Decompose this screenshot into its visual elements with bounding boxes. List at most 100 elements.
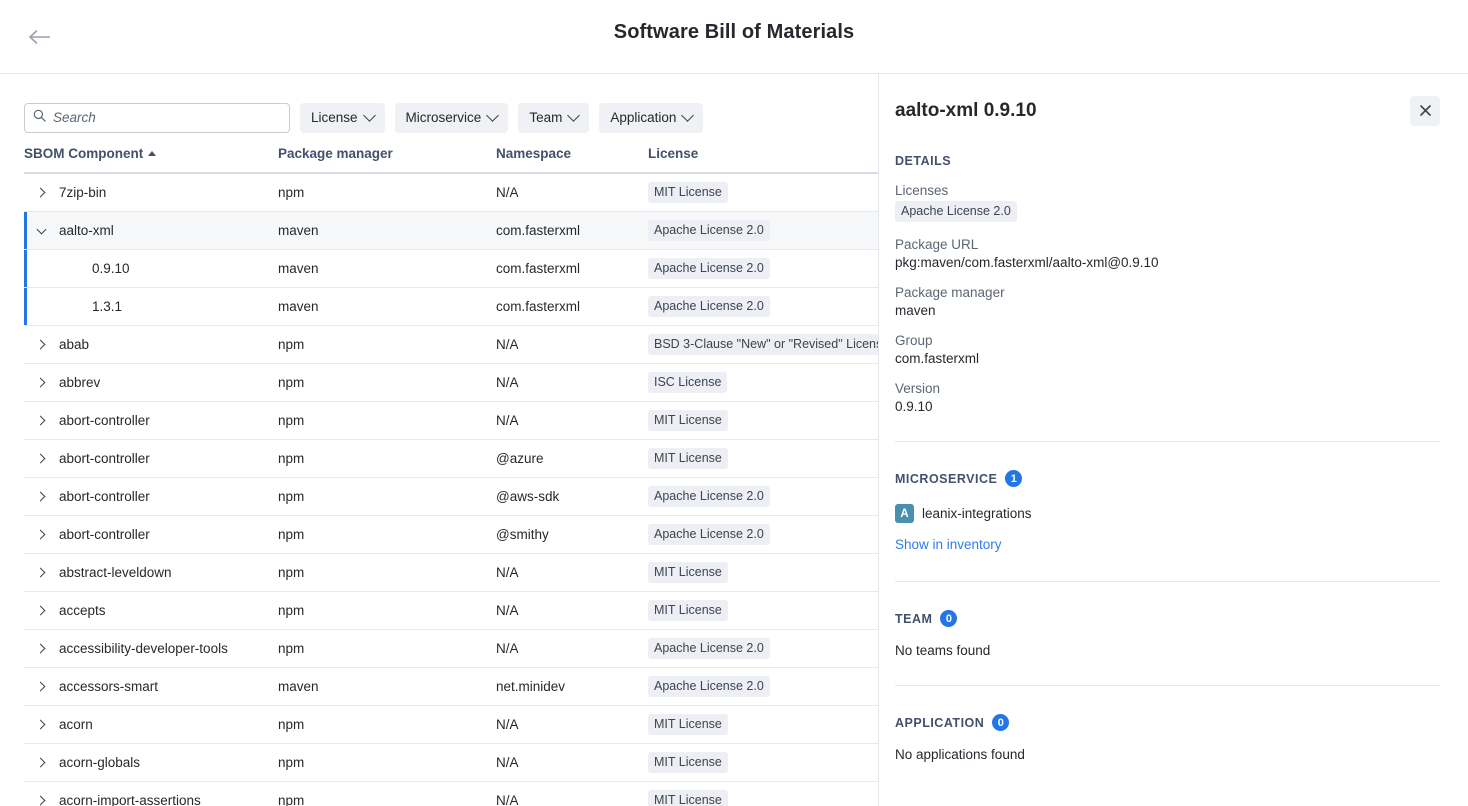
cell-package-manager: maven xyxy=(278,249,496,288)
license-badge: ISC License xyxy=(648,372,728,393)
chevron-right-icon[interactable] xyxy=(24,605,58,616)
detail-header: aalto-xml 0.9.10 xyxy=(895,96,1440,126)
filter-license-button[interactable]: License xyxy=(300,102,385,133)
search-input[interactable] xyxy=(53,110,281,125)
table-row[interactable]: acorn npm N/A MIT License xyxy=(24,705,878,744)
cell-component: abort-controller xyxy=(24,477,278,516)
table-row[interactable]: abort-controller npm @aws-sdk Apache Licens… xyxy=(24,477,878,516)
chevron-right-icon[interactable] xyxy=(24,491,58,502)
component-name: abort-controller xyxy=(59,451,150,466)
avatar: A xyxy=(895,504,914,523)
cell-license: Apache License 2.0 xyxy=(648,211,878,250)
close-icon xyxy=(1419,104,1431,118)
chevron-down-icon xyxy=(486,109,500,122)
cell-license: MIT License xyxy=(648,439,878,478)
table-row[interactable]: 0.9.10 maven com.fasterxml Apache License 2… xyxy=(24,249,878,288)
table-row[interactable]: accessibility-developer-tools npm N/A Apach… xyxy=(24,629,878,668)
cell-license: Apache License 2.0 xyxy=(648,287,878,326)
license-badge: Apache License 2.0 xyxy=(648,676,770,697)
chevron-right-icon[interactable] xyxy=(24,567,58,578)
sbom-table: SBOM Component Package manager Namespace… xyxy=(24,140,878,806)
cell-component: abab xyxy=(24,325,278,364)
component-name: abab xyxy=(59,337,90,352)
column-header-namespace[interactable]: Namespace xyxy=(496,140,648,174)
team-count-badge: 0 xyxy=(940,610,958,627)
table-row[interactable]: 1.3.1 maven com.fasterxml Apache License 2.… xyxy=(24,287,878,326)
application-empty-message: No applications found xyxy=(895,747,1025,762)
cell-package-manager: maven xyxy=(278,211,496,250)
cell-component: 0.9.10 xyxy=(24,249,278,288)
field-version-value: 0.9.10 xyxy=(895,399,933,414)
table-row[interactable]: abort-controller npm @smithy Apache License… xyxy=(24,515,878,554)
cell-package-manager: npm xyxy=(278,173,496,212)
search-box[interactable] xyxy=(24,102,290,133)
license-badge: Apache License 2.0 xyxy=(648,296,770,317)
chevron-right-icon[interactable] xyxy=(24,757,58,768)
component-name: accepts xyxy=(59,603,106,618)
table-row[interactable]: 7zip-bin npm N/A MIT License xyxy=(24,173,878,212)
field-group-value: com.fasterxml xyxy=(895,351,980,366)
cell-license: Apache License 2.0 xyxy=(648,667,878,706)
cell-namespace: com.fasterxml xyxy=(496,287,648,326)
column-header-license[interactable]: License xyxy=(648,140,878,174)
field-package-url-label: Package URL xyxy=(895,237,979,252)
filter-team-button[interactable]: Team xyxy=(518,102,590,133)
field-group: Group com.fasterxml xyxy=(895,333,1440,366)
chevron-right-icon[interactable] xyxy=(24,643,58,654)
details-section-heading: DETAILS xyxy=(895,154,952,168)
page-title: Software Bill of Materials xyxy=(613,21,855,43)
field-version: Version 0.9.10 xyxy=(895,381,1440,414)
license-badge: Apache License 2.0 xyxy=(648,258,770,279)
chevron-right-icon[interactable] xyxy=(24,795,58,806)
table-row[interactable]: abbrev npm N/A ISC License xyxy=(24,363,878,402)
chevron-right-icon[interactable] xyxy=(24,339,58,350)
cell-component: accessors-smart xyxy=(24,667,278,706)
table-row[interactable]: abort-controller npm N/A MIT License xyxy=(24,401,878,440)
column-header-package-manager[interactable]: Package manager xyxy=(278,140,496,174)
filter-application-button[interactable]: Application xyxy=(599,102,704,133)
cell-component: abort-controller xyxy=(24,401,278,440)
cell-license: MIT License xyxy=(648,173,878,212)
chevron-right-icon[interactable] xyxy=(24,187,58,198)
section-divider xyxy=(895,685,1440,686)
cell-namespace: @smithy xyxy=(496,515,648,554)
chevron-right-icon[interactable] xyxy=(24,377,58,388)
license-badge: MIT License xyxy=(648,410,728,431)
column-header-sbom-component[interactable]: SBOM Component xyxy=(24,140,278,174)
filter-license-label: License xyxy=(311,110,358,125)
table-body: 7zip-bin npm N/A MIT License aalto-xml maven c… xyxy=(24,173,878,806)
cell-package-manager: npm xyxy=(278,477,496,516)
table-row[interactable]: abab npm N/A BSD 3-Clause "New" or "Revised… xyxy=(24,325,878,364)
team-empty-message: No teams found xyxy=(895,643,991,658)
content-area: License Microservice Team Application SB… xyxy=(0,74,1468,806)
table-row[interactable]: aalto-xml maven com.fasterxml Apache Licens… xyxy=(24,211,878,250)
table-row[interactable]: abstract-leveldown npm N/A MIT License xyxy=(24,553,878,592)
chevron-right-icon[interactable] xyxy=(24,681,58,692)
table-row[interactable]: accessors-smart maven net.minidev Apache Li… xyxy=(24,667,878,706)
cell-license: MIT License xyxy=(648,705,878,744)
microservice-item-label: leanix-integrations xyxy=(922,506,1032,521)
table-row[interactable]: accepts npm N/A MIT License xyxy=(24,591,878,630)
detail-title: aalto-xml 0.9.10 xyxy=(895,100,1037,121)
cell-package-manager: npm xyxy=(278,553,496,592)
show-in-inventory-link[interactable]: Show in inventory xyxy=(895,537,1002,552)
filter-microservice-button[interactable]: Microservice xyxy=(394,102,509,133)
close-panel-button[interactable] xyxy=(1410,96,1440,126)
chevron-right-icon[interactable] xyxy=(24,453,58,464)
table-row[interactable]: acorn-import-assertions npm N/A MIT License xyxy=(24,781,878,806)
chevron-right-icon[interactable] xyxy=(24,415,58,426)
chevron-down-icon[interactable] xyxy=(24,224,58,234)
table-row[interactable]: abort-controller npm @azure MIT License xyxy=(24,439,878,478)
component-name: abstract-leveldown xyxy=(59,565,172,580)
table-row[interactable]: acorn-globals npm N/A MIT License xyxy=(24,743,878,782)
cell-namespace: N/A xyxy=(496,629,648,668)
cell-component: abort-controller xyxy=(24,515,278,554)
chevron-right-icon[interactable] xyxy=(24,529,58,540)
cell-component: abort-controller xyxy=(24,439,278,478)
chevron-right-icon[interactable] xyxy=(24,719,58,730)
microservice-item[interactable]: A leanix-integrations xyxy=(895,504,1440,523)
field-package-manager-value: maven xyxy=(895,303,936,318)
component-version: 0.9.10 xyxy=(92,261,130,276)
application-section-heading: APPLICATION 0 xyxy=(895,714,1440,731)
cell-namespace: com.fasterxml xyxy=(496,249,648,288)
